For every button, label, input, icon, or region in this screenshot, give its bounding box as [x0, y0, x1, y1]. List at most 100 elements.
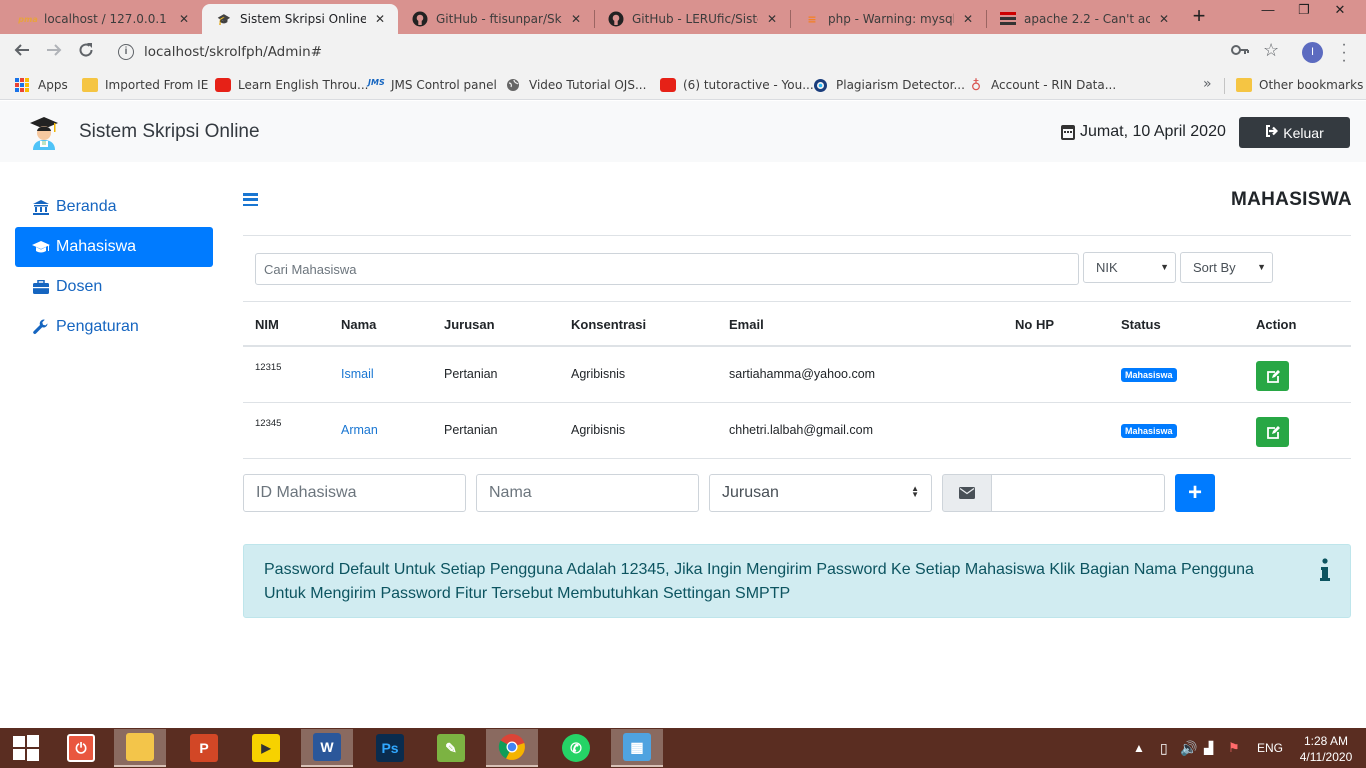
- calendar-icon: [1061, 124, 1075, 140]
- restore-window-button[interactable]: ❐: [1286, 0, 1322, 24]
- sidebar-item-pengaturan[interactable]: Pengaturan: [15, 307, 213, 347]
- network-signal-icon[interactable]: ▟: [1204, 728, 1213, 768]
- bookmark-imported-from-ie[interactable]: Imported From IE: [82, 76, 208, 94]
- profile-avatar[interactable]: I: [1302, 42, 1323, 63]
- taskbar-player[interactable]: ▶: [240, 729, 292, 767]
- close-tab-icon[interactable]: ✕: [960, 12, 976, 26]
- edit-icon: [1266, 369, 1280, 383]
- envelope-icon: [959, 487, 975, 499]
- cell-konsentrasi: Agribisnis: [559, 402, 717, 459]
- address-bar[interactable]: i localhost/skrolfph/Admin#: [108, 38, 1290, 66]
- column-header-nim: NIM: [243, 303, 329, 347]
- volume-icon[interactable]: 🔊: [1180, 728, 1197, 768]
- cell-nohp: [1003, 346, 1109, 403]
- key-icon[interactable]: [1231, 43, 1249, 60]
- taskbar-photoshop[interactable]: Ps: [364, 729, 416, 767]
- bookmark-apps[interactable]: Apps: [15, 76, 68, 94]
- bookmark-account-rin[interactable]: ♁ Account - RIN Data...: [968, 76, 1116, 94]
- add-mahasiswa-button[interactable]: +: [1175, 474, 1215, 512]
- show-hidden-icons-button[interactable]: ▲: [1133, 728, 1145, 768]
- browser-tab-phpmyadmin[interactable]: pma localhost / 127.0.0.1 / skrolfph ✕: [6, 4, 202, 34]
- edit-button[interactable]: [1256, 417, 1289, 447]
- student-name-link[interactable]: Ismail: [341, 367, 374, 381]
- browser-tab-github-1[interactable]: GitHub - ftisunpar/Skripsi ✕: [398, 4, 594, 34]
- cell-jurusan: Pertanian: [432, 402, 559, 459]
- back-button[interactable]: [10, 40, 34, 64]
- word-icon: W: [313, 733, 341, 761]
- cell-nama: Ismail: [329, 346, 432, 403]
- more-bookmarks-button[interactable]: »: [1203, 76, 1212, 92]
- taskbar-word[interactable]: W: [301, 729, 353, 767]
- column-header-status: Status: [1109, 303, 1244, 347]
- youtube-icon: [215, 78, 231, 92]
- jurusan-select[interactable]: Jurusan ▲ ▼: [709, 474, 932, 512]
- minimize-window-button[interactable]: —: [1250, 0, 1286, 24]
- cell-email: sartiahamma@yahoo.com: [717, 346, 1003, 403]
- windows-logo-icon: [13, 735, 39, 761]
- cell-status: Mahasiswa: [1109, 402, 1244, 459]
- bookmark-star-icon[interactable]: ☆: [1263, 40, 1279, 61]
- sidebar-item-mahasiswa[interactable]: Mahasiswa: [15, 227, 213, 267]
- notification-flag-icon[interactable]: ⚑: [1228, 728, 1240, 768]
- browser-tab-github-2[interactable]: GitHub - LERUfic/Sistem ✕: [594, 4, 790, 34]
- bookmark-other-bookmarks[interactable]: Other bookmarks: [1236, 76, 1363, 94]
- hamburger-menu-icon[interactable]: [243, 193, 258, 206]
- cell-email: chhetri.lalbah@gmail.com: [717, 402, 1003, 459]
- taskbar-chrome[interactable]: [486, 729, 538, 767]
- taskbar-control-panel[interactable]: ▦: [611, 729, 663, 767]
- sidebar-item-dosen[interactable]: Dosen: [15, 267, 213, 307]
- windows-taskbar: ⏻ P ▶ W Ps ✎ ✆ ▦ ▲ ▯ 🔊 ▟ ⚑ ENG 1:28 AM 4…: [0, 728, 1366, 768]
- close-tab-icon[interactable]: ✕: [1156, 12, 1172, 26]
- close-tab-icon[interactable]: ✕: [372, 12, 388, 26]
- stackoverflow-icon: ≡: [807, 12, 817, 26]
- taskbar-greenapp[interactable]: ✎: [425, 729, 477, 767]
- taskbar-powerpoint[interactable]: P: [178, 729, 230, 767]
- battery-icon[interactable]: ▯: [1160, 728, 1168, 768]
- language-indicator[interactable]: ENG: [1257, 728, 1283, 768]
- taskbar-power-app[interactable]: ⏻: [55, 729, 107, 767]
- taskbar-clock[interactable]: 1:28 AM 4/11/2020: [1294, 733, 1358, 765]
- email-input[interactable]: [991, 474, 1165, 512]
- reload-button[interactable]: [74, 40, 98, 64]
- nama-input[interactable]: [476, 474, 699, 512]
- logout-button[interactable]: Keluar: [1239, 117, 1350, 148]
- arrow-right-icon: [47, 44, 62, 56]
- cell-action: [1244, 402, 1351, 459]
- taskbar-whatsapp[interactable]: ✆: [550, 729, 602, 767]
- student-name-link[interactable]: Arman: [341, 423, 378, 437]
- select-arrows-icon: ▲ ▼: [911, 484, 919, 499]
- new-tab-button[interactable]: +: [1187, 5, 1211, 29]
- browser-tab-serverfault[interactable]: apache 2.2 - Can't access ✕: [986, 4, 1182, 34]
- close-window-button[interactable]: ✕: [1322, 0, 1358, 24]
- close-tab-icon[interactable]: ✕: [176, 12, 192, 26]
- bookmark-video-tutorial-ojs[interactable]: Video Tutorial OJS...: [506, 76, 646, 94]
- whatsapp-icon: ✆: [562, 734, 590, 762]
- sidebar-item-beranda[interactable]: Beranda: [15, 187, 213, 227]
- bookmark-learn-english[interactable]: Learn English Throu...: [215, 76, 369, 94]
- id-mahasiswa-input[interactable]: [243, 474, 466, 512]
- table-row: 12315 Ismail Pertanian Agribisnis sartia…: [243, 346, 1351, 403]
- caret-down-icon: ▼: [1160, 262, 1169, 272]
- forward-button[interactable]: [42, 40, 66, 64]
- bookmark-tutoractive[interactable]: (6) tutoractive - You...: [660, 76, 814, 94]
- bookmark-plagiarism-detector[interactable]: Plagiarism Detector...: [813, 76, 965, 94]
- bookmarks-bar: Apps Imported From IE Learn English Thro…: [0, 70, 1366, 100]
- browser-tab-stackoverflow[interactable]: ≡ php - Warning: mysqli_c ✕: [790, 4, 986, 34]
- site-info-icon[interactable]: i: [118, 44, 134, 60]
- phpmyadmin-icon: pma: [18, 14, 38, 24]
- close-tab-icon[interactable]: ✕: [764, 12, 780, 26]
- browser-menu-icon[interactable]: · · ·: [1337, 37, 1351, 69]
- app-brand-title[interactable]: Sistem Skripsi Online: [79, 121, 260, 143]
- bookmark-jms-control-panel[interactable]: JMS JMS Control panel: [368, 76, 497, 94]
- close-tab-icon[interactable]: ✕: [568, 12, 584, 26]
- search-mahasiswa-input[interactable]: [255, 253, 1079, 285]
- taskbar-file-explorer[interactable]: [114, 729, 166, 767]
- edit-button[interactable]: [1256, 361, 1289, 392]
- start-button[interactable]: [0, 729, 52, 767]
- browser-tab-sistem-skripsi[interactable]: 🎓 Sistem Skripsi Online ✕: [202, 4, 398, 34]
- mahasiswa-table: NIM Nama Jurusan Konsentrasi Email No HP…: [243, 303, 1351, 459]
- filter-field-select[interactable]: NIK ▼: [1083, 252, 1176, 283]
- column-header-konsentrasi: Konsentrasi: [559, 303, 717, 347]
- divider: [243, 235, 1351, 236]
- sort-by-select[interactable]: Sort By ▼: [1180, 252, 1273, 283]
